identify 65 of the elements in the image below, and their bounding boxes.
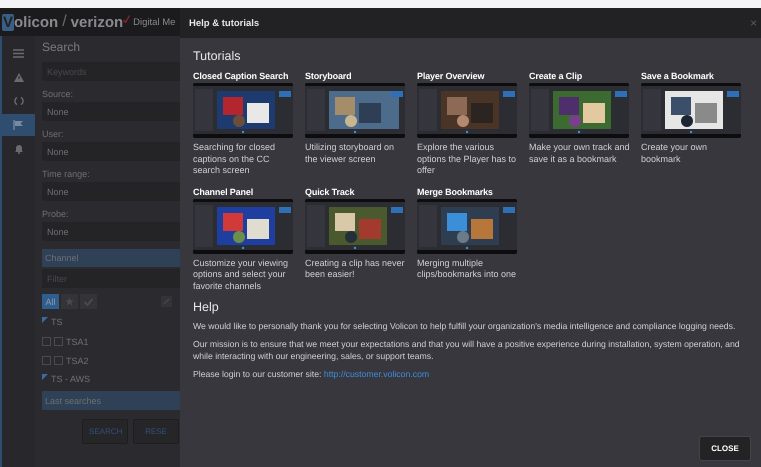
tutorial-title[interactable]: Channel Panel — [193, 186, 302, 196]
tutorial-description: Merging multiple clips/bookmarks into one — [417, 258, 518, 280]
help-paragraph: We would like to personally thank you for selecting Volicon to help fulfill your organization's media intelligence and compliance logging needs. — [193, 320, 736, 332]
star-filter-button[interactable] — [61, 294, 78, 309]
dropdown-field[interactable]: None — [42, 142, 180, 161]
checkbox[interactable] — [42, 356, 51, 365]
tutorial-title[interactable]: Quick Track — [305, 186, 414, 196]
expand-icon[interactable] — [42, 374, 48, 380]
tutorial-title[interactable]: Save a Bookmark — [641, 71, 750, 81]
tutorial-description: Create your own bookmark — [641, 142, 708, 165]
field-label: Time range: — [42, 169, 91, 179]
field-label: Probe: — [42, 209, 70, 219]
tutorial-description: Creating a clip has never been easier! — [305, 258, 406, 280]
dropdown-field[interactable]: None — [42, 102, 180, 121]
check-mark-icon — [123, 15, 130, 23]
bell-icon[interactable] — [14, 144, 24, 154]
tutorial-title[interactable]: Create a Clip — [529, 71, 638, 81]
brand-text: verizon — [70, 14, 124, 30]
logo-separator: / — [62, 13, 67, 31]
tutorial-description: Make your own track and save it as a bookmark — [529, 142, 631, 165]
reset-button[interactable]: RESE — [133, 419, 179, 444]
tutorial-description: Utilizing storyboard on the viewer screen — [305, 142, 396, 165]
logo-text: olicon — [14, 14, 58, 30]
filter-all-button[interactable]: All — [42, 294, 59, 309]
group-name: TS — [51, 317, 63, 327]
checkbox[interactable] — [54, 337, 63, 346]
star-icon[interactable] — [65, 297, 74, 306]
expand-icon[interactable] — [42, 317, 48, 323]
channel-name: TSA2 — [66, 356, 89, 366]
tutorial-title[interactable]: Closed Caption Search — [193, 71, 302, 81]
check-icon[interactable] — [84, 298, 93, 306]
brackets-icon[interactable] — [14, 96, 24, 106]
channel-name: TSA1 — [66, 336, 89, 346]
close-button[interactable]: CLOSE — [699, 436, 751, 461]
checkbox[interactable] — [42, 337, 51, 346]
tutorial-title[interactable]: Merge Bookmarks — [417, 186, 526, 196]
group-name: TS - AWS — [51, 374, 90, 384]
dropdown-field[interactable]: None — [42, 182, 180, 201]
menu-icon[interactable] — [13, 48, 24, 58]
flag-rail-button[interactable] — [2, 114, 35, 136]
close-icon[interactable]: × — [750, 16, 757, 30]
channel-header[interactable]: Channel — [42, 249, 180, 267]
section-heading: Tutorials — [193, 49, 242, 63]
logo-initial: V — [2, 14, 14, 30]
section-heading: Help — [193, 300, 220, 314]
field-label: User: — [42, 129, 65, 139]
help-paragraph: Our mission is to ensure that we meet your expectations and that you will have a positive experience during installation, system operation, and while interacting with our engineering, sales, or support teams. — [193, 338, 741, 362]
tutorial-description: Explore the various options the Player has to offer — [417, 142, 518, 176]
login-text: Please login to our customer site: — [193, 369, 322, 379]
checkbox[interactable] — [54, 356, 63, 365]
field-label: Source: — [42, 89, 74, 99]
product-name: Digital Me — [133, 16, 176, 28]
dropdown-field[interactable]: None — [42, 222, 180, 241]
warning-icon[interactable] — [14, 72, 24, 82]
tutorial-description: Customize your viewing options and select your favorite channels — [193, 258, 290, 292]
tutorial-title[interactable]: Player Overview — [417, 71, 526, 81]
flag-icon[interactable] — [13, 120, 24, 130]
search-button[interactable]: SEARCH — [82, 419, 128, 444]
customer-site-link[interactable]: http://customer.volicon.com — [324, 369, 430, 379]
tutorial-title[interactable]: Storyboard — [305, 71, 414, 81]
check-filter-button[interactable] — [80, 294, 97, 309]
panel-title: Search — [42, 40, 82, 56]
last-searches-bar[interactable]: Last searches — [42, 391, 180, 410]
tutorial-description: Searching for closed captions on the CC search screen — [193, 142, 276, 176]
modal-title: Help & tutorials — [189, 18, 260, 28]
